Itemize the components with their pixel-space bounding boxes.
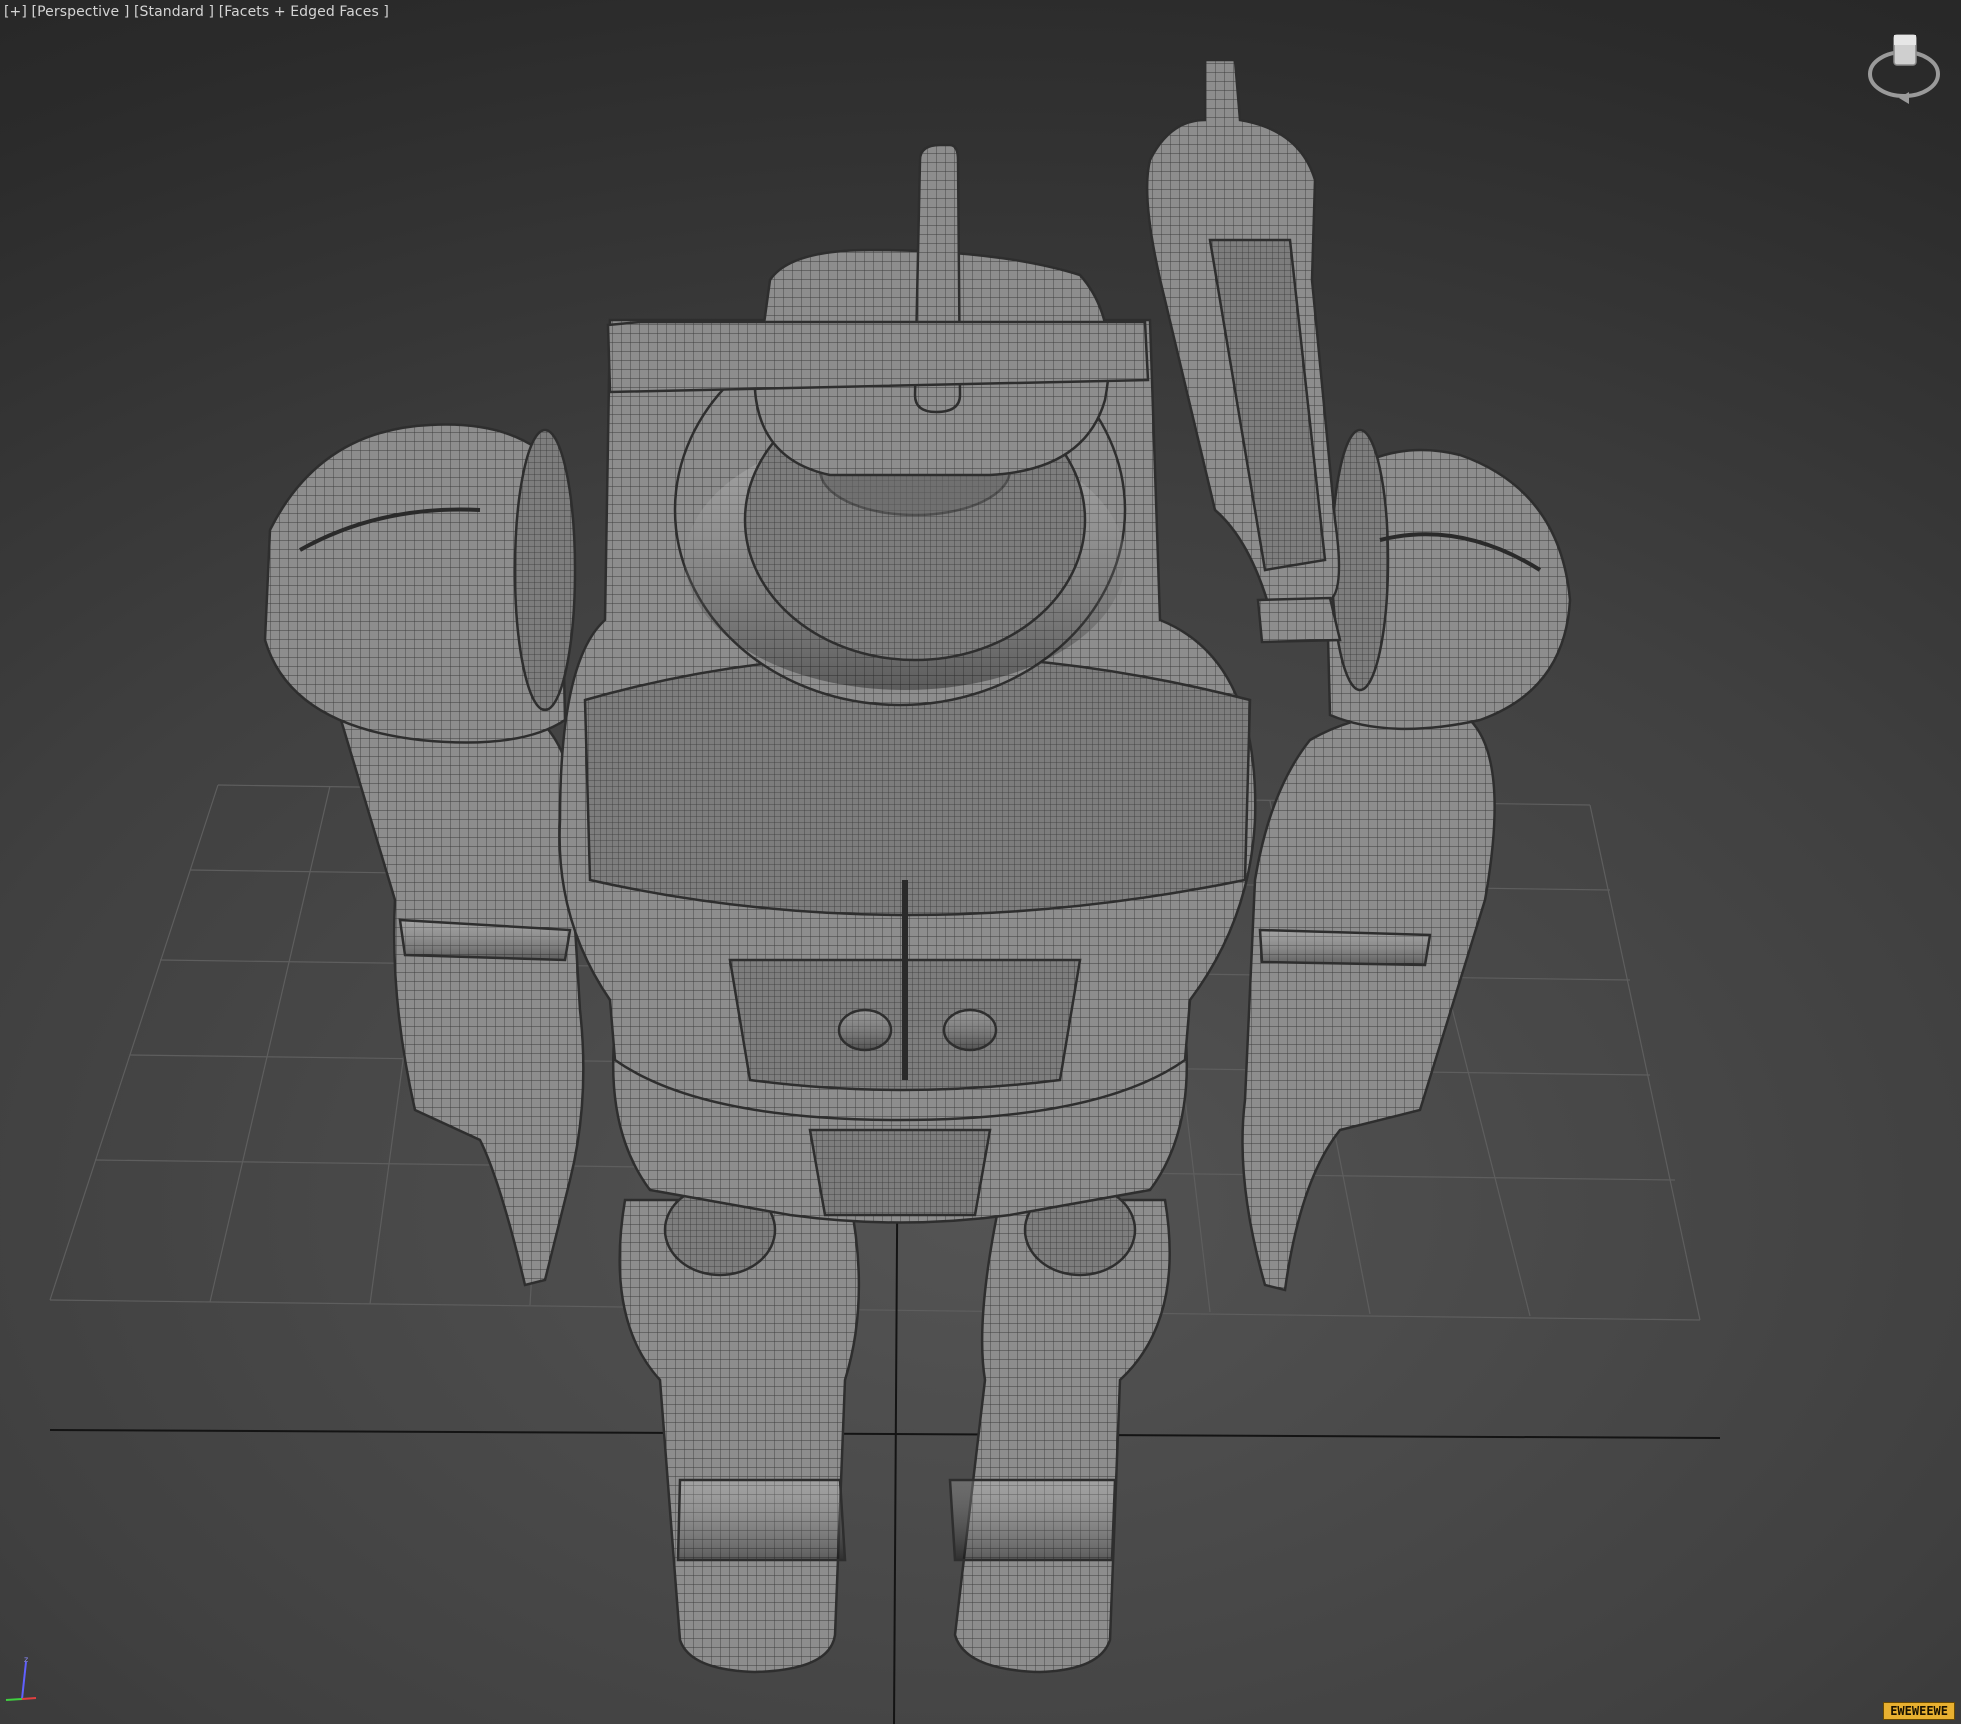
- viewport-menu-standard[interactable]: [Standard ]: [134, 4, 214, 20]
- viewport-menu-plus[interactable]: [+]: [4, 4, 27, 20]
- robot-model[interactable]: [263, 58, 1572, 1674]
- scene-canvas[interactable]: [0, 0, 1961, 1724]
- left-shoulder-pad: [263, 423, 577, 744]
- viewport-menu-perspective[interactable]: [Perspective ]: [32, 4, 130, 20]
- right-leg: [948, 1183, 1171, 1674]
- status-badge: EWEWEEWE: [1883, 1702, 1955, 1720]
- right-shoulder-pad: [1323, 428, 1572, 731]
- svg-text:z: z: [24, 1655, 28, 1664]
- viewport-label: [+] [Perspective ] [Standard ] [Facets +…: [4, 4, 389, 20]
- right-arm: [1241, 712, 1496, 1292]
- shoulder-cannon: [1145, 58, 1342, 644]
- back-crate: [606, 320, 1150, 394]
- perspective-viewport[interactable]: [+] [Perspective ] [Standard ] [Facets +…: [0, 0, 1961, 1724]
- axis-tripod-icon: z: [5, 1655, 37, 1701]
- left-arm: [333, 666, 585, 1287]
- left-leg: [618, 1183, 861, 1674]
- viewcube-icon[interactable]: [1859, 30, 1949, 110]
- helmet: [753, 143, 1111, 477]
- viewport-menu-shading[interactable]: [Facets + Edged Faces ]: [219, 4, 389, 20]
